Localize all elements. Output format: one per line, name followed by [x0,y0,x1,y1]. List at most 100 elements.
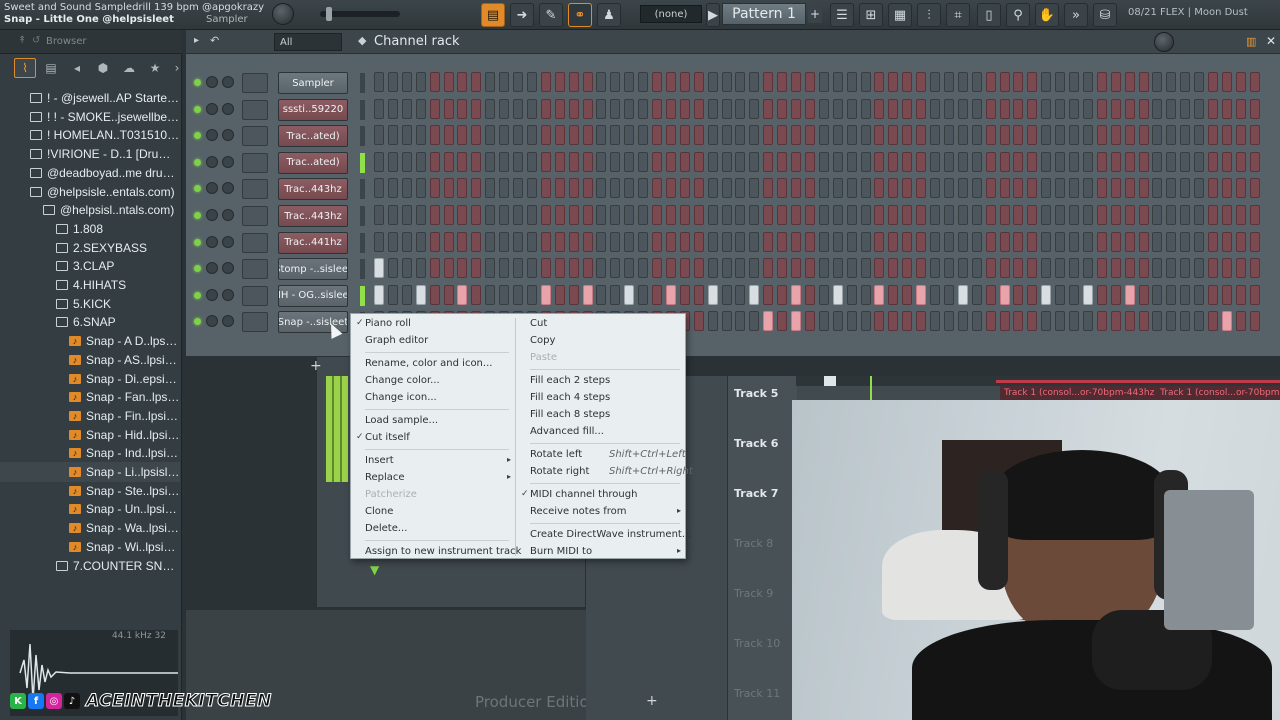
channel-name-button[interactable]: Trac..ated) [278,125,348,148]
step-button[interactable] [1110,178,1121,199]
step-button[interactable] [624,284,635,305]
step-button[interactable] [916,311,927,332]
step-button[interactable] [777,72,788,92]
menu-item[interactable]: Load sample... [365,415,438,426]
step-button[interactable] [1069,72,1079,92]
step-button[interactable] [930,178,940,199]
step-button[interactable] [554,125,565,146]
step-button[interactable] [665,231,676,252]
browser-folder[interactable]: 5.KICK [0,294,180,314]
step-button[interactable] [1096,151,1107,172]
channel-pan-knob[interactable] [222,315,234,328]
step-button[interactable] [610,125,621,146]
step-button[interactable] [1013,205,1024,225]
step-button[interactable] [624,72,635,92]
step-button[interactable] [1096,231,1107,252]
step-button[interactable] [401,125,412,146]
step-button[interactable] [596,125,607,146]
channel-volume-knob[interactable] [206,129,218,142]
step-button[interactable] [1152,151,1163,172]
step-button[interactable] [1249,72,1260,92]
step-button[interactable] [457,284,468,305]
playlist-track-header[interactable]: Track 10 [734,637,780,650]
menu-item[interactable]: Graph editor [365,335,428,346]
step-button[interactable] [554,178,565,199]
step-button[interactable] [763,311,774,332]
add-channel-icon[interactable]: + [310,358,322,374]
step-button[interactable] [874,151,885,172]
expand-icon[interactable]: › [166,58,188,78]
menu-item[interactable]: ✓ Cut itself [356,432,410,443]
channel-select-indicator[interactable] [360,152,365,173]
step-button[interactable] [1096,258,1107,279]
browser-folder[interactable]: ! ! - SMOKE..jsewellbeats [0,107,180,127]
step-button[interactable] [1235,311,1246,332]
step-button[interactable] [888,125,899,146]
step-button[interactable] [526,231,537,252]
playlist-track-header[interactable]: Track 9 [734,587,773,600]
step-button[interactable] [568,205,579,225]
step-button[interactable] [707,284,718,305]
step-button[interactable] [387,205,398,225]
mixer-track-selector[interactable] [242,73,268,93]
channel-mute-led[interactable] [194,291,201,299]
step-button[interactable] [749,231,760,252]
step-button[interactable] [499,284,510,305]
step-button[interactable] [1082,284,1093,305]
step-button[interactable] [485,98,496,119]
step-button[interactable] [526,258,537,279]
menu-item[interactable]: Replace ▸ [365,472,511,483]
step-button[interactable] [1166,72,1177,92]
step-button[interactable] [665,258,676,279]
step-button[interactable] [1138,284,1149,305]
step-button[interactable] [1096,125,1107,146]
step-button[interactable] [443,98,454,119]
browser-file[interactable]: ♪ Snap - Li..lpsisleet [0,462,180,482]
step-button[interactable] [526,205,537,225]
step-button[interactable] [1069,125,1079,146]
step-button[interactable] [1055,231,1066,252]
step-button[interactable] [1152,98,1163,119]
piano-roll-icon[interactable]: ⊞ [859,3,883,27]
step-button[interactable] [499,151,510,172]
step-button[interactable] [971,205,982,225]
step-button[interactable] [387,258,398,279]
step-button[interactable] [971,178,982,199]
step-button[interactable] [818,258,829,279]
step-button[interactable] [513,284,523,305]
channel-volume-knob[interactable] [206,262,218,275]
step-button[interactable] [679,98,690,119]
step-button[interactable] [721,98,732,119]
step-mode-icon[interactable]: ▥ [1246,35,1256,48]
step-button[interactable] [902,72,913,92]
step-button[interactable] [596,178,607,199]
step-button[interactable] [860,258,871,279]
step-button[interactable] [401,72,412,92]
browser-file[interactable]: ♪ Snap - Di..epsisleet [0,369,180,389]
step-button[interactable] [1027,178,1038,199]
step-button[interactable] [735,151,746,172]
mixer-track-selector[interactable] [242,285,268,306]
step-button[interactable] [1096,72,1107,92]
browser-file[interactable]: ♪ Snap - Fin..lpsisleet [0,406,180,426]
step-button[interactable] [1027,258,1038,279]
step-button[interactable] [707,72,718,92]
step-button[interactable] [1041,178,1052,199]
step-button[interactable] [1124,284,1135,305]
menu-item[interactable]: Clone [365,506,393,517]
step-button[interactable] [513,72,523,92]
step-button[interactable] [916,151,927,172]
mixer-icon[interactable]: ⫶ [917,3,941,27]
step-button[interactable] [943,98,954,119]
pattern-selector[interactable]: Pattern 1 [722,3,806,25]
step-button[interactable] [554,284,565,305]
step-button[interactable] [916,98,927,119]
menu-item[interactable]: Change icon... [365,392,437,403]
step-button[interactable] [652,205,662,225]
step-button[interactable] [846,98,857,119]
step-button[interactable] [499,178,510,199]
step-button[interactable] [1110,72,1121,92]
step-button[interactable] [624,205,635,225]
playlist-ruler[interactable] [796,376,1280,402]
channel-name-button[interactable]: Stomp -..sisleet [278,258,348,281]
